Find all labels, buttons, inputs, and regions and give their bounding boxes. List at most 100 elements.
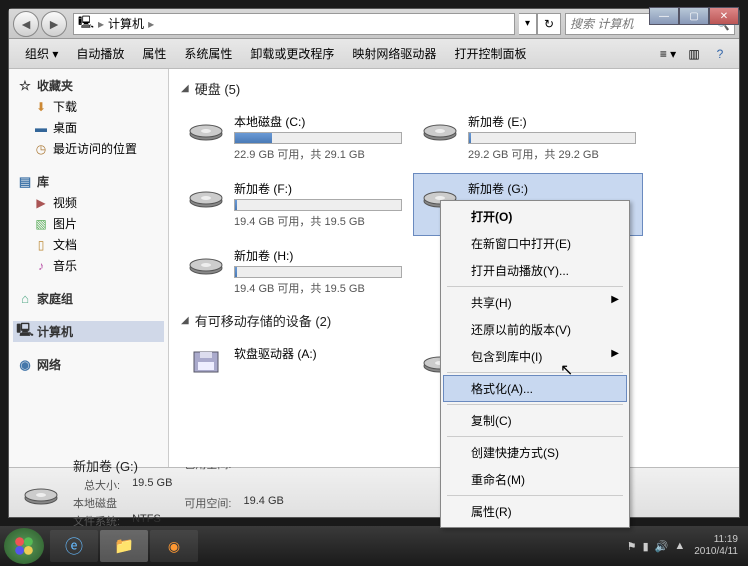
sidebar-network[interactable]: ◉网络: [13, 354, 164, 375]
sidebar-item-recent[interactable]: ◷最近访问的位置: [13, 138, 164, 159]
context-menu-item[interactable]: 还原以前的版本(V): [443, 316, 627, 343]
maximize-button[interactable]: ▢: [679, 7, 709, 25]
refresh-button[interactable]: ↻: [537, 13, 561, 35]
section-hard-drives[interactable]: ◢硬盘 (5): [177, 73, 731, 104]
drive-item[interactable]: 新加卷 (H:)19.4 GB 可用，共 19.5 GB: [179, 240, 409, 303]
sidebar-homegroup[interactable]: ⌂家庭组: [13, 288, 164, 309]
drive-item[interactable]: 新加卷 (E:) 29.2 GB 可用，共 29.2 GB: [413, 106, 643, 169]
sidebar-item-pictures[interactable]: ▧图片: [13, 213, 164, 234]
sidebar-item-videos[interactable]: ▶视频: [13, 192, 164, 213]
close-button[interactable]: ✕: [709, 7, 739, 25]
menu-item-label: 格式化(A)...: [471, 382, 533, 396]
forward-button[interactable]: ►: [41, 11, 67, 37]
context-menu-item[interactable]: 打开自动播放(Y)...: [443, 257, 627, 284]
status-drive-name: 新加卷 (G:): [73, 459, 138, 474]
toolbar: 组织 ▾ 自动播放 属性 系统属性 卸载或更改程序 映射网络驱动器 打开控制面板…: [9, 39, 739, 69]
menu-item-label: 打开自动播放(Y)...: [471, 264, 569, 278]
clock-time: 11:19: [694, 534, 738, 546]
drive-name: 软盘驱动器 (A:): [234, 345, 402, 362]
drive-usage-bar: [468, 132, 636, 144]
address-dropdown[interactable]: ▾: [519, 13, 537, 35]
search-placeholder: 搜索 计算机: [570, 15, 633, 32]
context-menu-item[interactable]: 打开(O): [443, 203, 627, 230]
taskbar-mediaplayer[interactable]: ◉: [150, 530, 198, 562]
context-menu-item[interactable]: 重命名(M): [443, 466, 627, 493]
context-menu-item[interactable]: 在新窗口中打开(E): [443, 230, 627, 257]
context-menu-item[interactable]: 属性(R): [443, 498, 627, 525]
drive-name: 新加卷 (E:): [468, 113, 636, 130]
tray-up-icon[interactable]: ▲: [674, 540, 685, 552]
submenu-arrow-icon: ▶: [611, 294, 619, 305]
context-menu-item[interactable]: 创建快捷方式(S): [443, 439, 627, 466]
sidebar-item-downloads[interactable]: ⬇下载: [13, 96, 164, 117]
system-properties-button[interactable]: 系统属性: [176, 41, 240, 66]
start-button[interactable]: [4, 528, 44, 564]
menu-item-label: 创建快捷方式(S): [471, 446, 559, 460]
removable-item[interactable]: 软盘驱动器 (A:): [179, 338, 409, 384]
view-mode-button[interactable]: ≡ ▾: [657, 43, 679, 65]
context-menu: 打开(O)在新窗口中打开(E) 打开自动播放(Y)... 共享(H) ▶ 还原以前的版本…: [440, 200, 630, 528]
computer-icon: 🖳: [78, 13, 94, 34]
download-icon: ⬇: [33, 99, 49, 115]
sidebar-item-music[interactable]: ♪音乐: [13, 255, 164, 276]
context-menu-item[interactable]: 格式化(A)...: [443, 375, 627, 402]
map-drive-button[interactable]: 映射网络驱动器: [344, 41, 444, 66]
drive-item[interactable]: 新加卷 (F:)19.4 GB 可用，共 19.5 GB: [179, 173, 409, 236]
drive-icon: [17, 473, 65, 513]
menu-item-label: 共享(H): [471, 296, 512, 310]
menu-separator: [447, 495, 623, 496]
hdd-icon: [186, 247, 226, 279]
tray-sound-icon[interactable]: 🔊: [655, 540, 669, 553]
sidebar-item-documents[interactable]: ▯文档: [13, 234, 164, 255]
breadcrumb-computer[interactable]: 计算机: [108, 15, 144, 32]
address-bar[interactable]: 🖳 ▸ 计算机 ▸: [73, 13, 515, 35]
back-button[interactable]: ◄: [13, 11, 39, 37]
video-icon: ▶: [33, 195, 49, 211]
context-menu-item[interactable]: 包含到库中(I)▶: [443, 343, 627, 370]
menu-item-label: 复制(C): [471, 414, 512, 428]
computer-icon: 🖳: [17, 324, 33, 340]
context-menu-item[interactable]: 复制(C): [443, 407, 627, 434]
taskbar-explorer[interactable]: 📁: [100, 530, 148, 562]
minimize-button[interactable]: —: [649, 7, 679, 25]
system-tray[interactable]: ⚑ ▮ 🔊 ▲ 11:19 2010/4/11: [618, 534, 744, 558]
organize-menu[interactable]: 组织 ▾: [17, 41, 66, 66]
sidebar-favorites-head[interactable]: ☆收藏夹: [13, 75, 164, 96]
control-panel-button[interactable]: 打开控制面板: [446, 41, 534, 66]
collapse-icon: ◢: [181, 83, 189, 94]
drive-item[interactable]: 本地磁盘 (C:)22.9 GB 可用，共 29.1 GB: [179, 106, 409, 169]
taskbar-clock[interactable]: 11:19 2010/4/11: [694, 534, 738, 558]
uninstall-button[interactable]: 卸载或更改程序: [242, 41, 342, 66]
properties-button[interactable]: 属性: [134, 41, 174, 66]
hdd-icon: [186, 113, 226, 145]
sidebar-item-desktop[interactable]: ▬桌面: [13, 117, 164, 138]
drive-usage-bar: [234, 199, 402, 211]
drive-usage-bar: [234, 132, 402, 144]
menu-separator: [447, 404, 623, 405]
clock-date: 2010/4/11: [694, 546, 738, 558]
sidebar: ☆收藏夹 ⬇下载 ▬桌面 ◷最近访问的位置 ▤库 ▶视频 ▧图片 ▯文档 ♪音乐…: [9, 69, 169, 467]
sidebar-libraries-head[interactable]: ▤库: [13, 171, 164, 192]
preview-pane-button[interactable]: ▥: [683, 43, 705, 65]
picture-icon: ▧: [33, 216, 49, 232]
document-icon: ▯: [33, 237, 49, 253]
tray-flag-icon[interactable]: ⚑: [627, 540, 637, 553]
drive-space-text: 29.2 GB 可用，共 29.2 GB: [468, 146, 636, 162]
drive-space-text: 19.4 GB 可用，共 19.5 GB: [234, 280, 402, 296]
sidebar-computer[interactable]: 🖳计算机: [13, 321, 164, 342]
drive-usage-bar: [234, 266, 402, 278]
menu-item-label: 属性(R): [471, 505, 512, 519]
collapse-icon: ◢: [181, 315, 189, 326]
drive-name: 本地磁盘 (C:): [234, 113, 402, 130]
taskbar-ie[interactable]: ⓔ: [50, 530, 98, 562]
autoplay-button[interactable]: 自动播放: [68, 41, 132, 66]
breadcrumb-sep: ▸: [98, 17, 104, 31]
context-menu-item[interactable]: 共享(H) ▶: [443, 289, 627, 316]
help-button[interactable]: ?: [709, 43, 731, 65]
status-total-value: 19.5 GB: [132, 477, 172, 493]
menu-item-label: 包含到库中(I): [471, 350, 542, 364]
floppy-icon: [186, 345, 226, 377]
drive-name: 新加卷 (F:): [234, 180, 402, 197]
tray-network-icon[interactable]: ▮: [643, 540, 649, 553]
taskbar: ⓔ 📁 ◉ ⚑ ▮ 🔊 ▲ 11:19 2010/4/11: [0, 526, 748, 566]
